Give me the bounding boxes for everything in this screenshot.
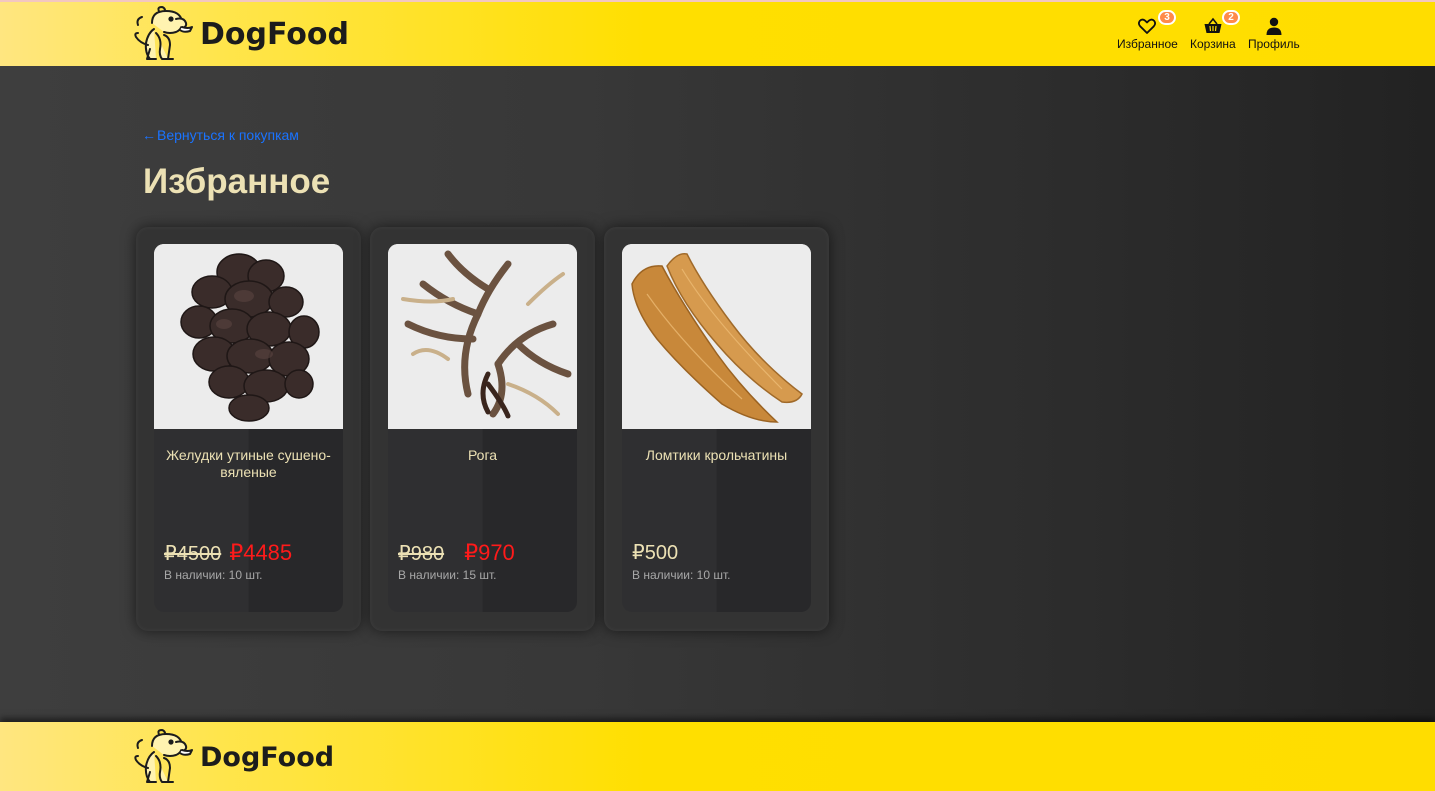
product-name: Желудки утиные сушено-вяленые (166, 447, 331, 480)
cart-label: Корзина (1190, 37, 1236, 51)
footer-logo[interactable]: DogFood (130, 728, 334, 786)
favorites-list: Желудки утиные сушено-вяленые ₽4500 ₽448… (136, 227, 829, 631)
price-row: ₽4500 ₽4485 (164, 540, 292, 566)
product-card-body: Ломтики крольчатины ₽500 В наличии: 10 ш… (622, 244, 811, 612)
product-name: Ломтики крольчатины (645, 447, 788, 463)
product-card[interactable]: Рога ₽980 ₽970 В наличии: 15 шт. (370, 227, 595, 631)
profile-link[interactable]: Профиль (1248, 16, 1300, 51)
site-footer: DogFood (0, 722, 1435, 791)
product-card-body: Рога ₽980 ₽970 В наличии: 15 шт. (388, 244, 577, 612)
arrow-left-icon: ← (142, 127, 156, 143)
old-price: ₽4500 (164, 543, 222, 565)
cart-link[interactable]: 2 Корзина (1190, 10, 1240, 51)
footer-logo-text: DogFood (200, 741, 335, 773)
cart-count-badge: 2 (1222, 10, 1240, 25)
product-image (388, 244, 577, 429)
back-to-shopping-link[interactable]: ← Вернуться к покупкам (142, 127, 299, 143)
product-card[interactable]: Желудки утиные сушено-вяленые ₽4500 ₽448… (136, 227, 361, 631)
profile-label: Профиль (1248, 37, 1300, 51)
logo[interactable]: DogFood (130, 5, 349, 63)
price-row: ₽500 (632, 540, 678, 565)
product-card[interactable]: Ломтики крольчатины ₽500 В наличии: 10 ш… (604, 227, 829, 631)
dog-logo-icon (130, 728, 198, 786)
user-icon (1266, 17, 1282, 35)
heart-icon (1138, 18, 1157, 34)
stock-info: В наличии: 15 шт. (398, 568, 497, 582)
page-title: Избранное (143, 162, 331, 201)
price: ₽500 (632, 542, 679, 564)
discount-price: ₽4485 (229, 540, 293, 565)
product-name: Рога (467, 447, 498, 463)
stock-info: В наличии: 10 шт. (632, 568, 731, 582)
basket-icon (1204, 17, 1222, 33)
back-link-label: Вернуться к покупкам (157, 127, 299, 143)
old-price: ₽980 (398, 543, 445, 565)
main-content: ← Вернуться к покупкам Избранное Желудки… (0, 66, 1435, 722)
product-card-body: Желудки утиные сушено-вяленые ₽4500 ₽448… (154, 244, 343, 612)
logo-text: DogFood (200, 16, 349, 52)
site-header: DogFood 3 Избранное 2 Корзина Профиль (0, 0, 1435, 66)
stock-info: В наличии: 10 шт. (164, 568, 263, 582)
product-image (622, 244, 811, 429)
product-image (154, 244, 343, 429)
favorites-count-badge: 3 (1158, 10, 1176, 25)
price-row: ₽980 ₽970 (398, 540, 515, 566)
favorites-link[interactable]: 3 Избранное (1117, 10, 1178, 51)
favorites-label: Избранное (1117, 37, 1178, 51)
dog-logo-icon (130, 5, 198, 63)
discount-price: ₽970 (464, 540, 515, 565)
